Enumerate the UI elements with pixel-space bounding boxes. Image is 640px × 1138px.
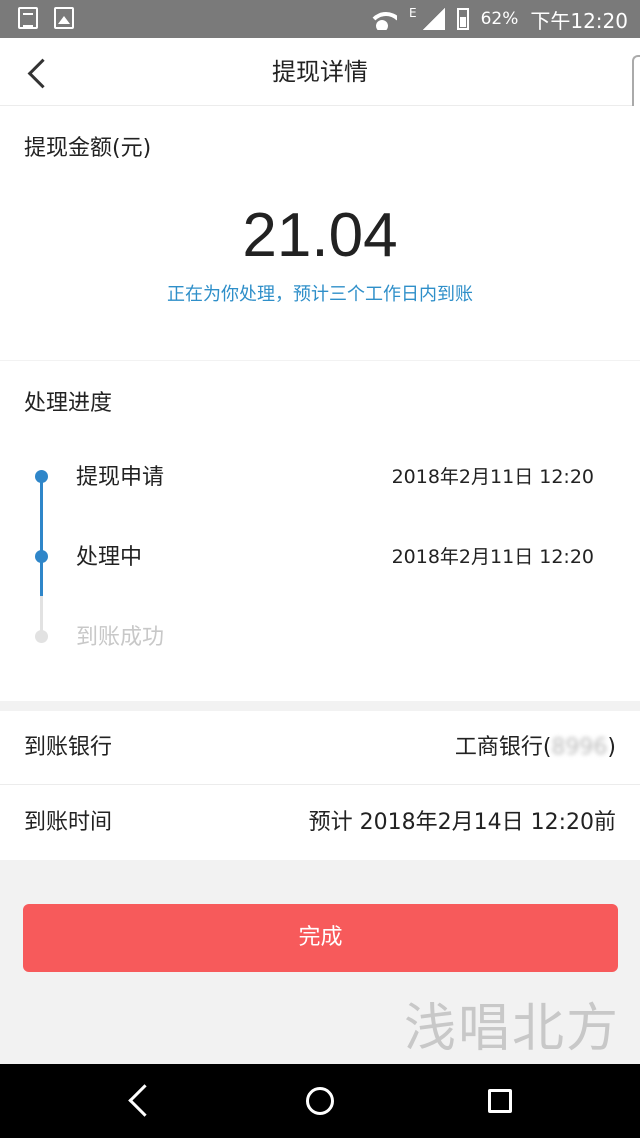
step-label: 到账成功 (76, 625, 165, 650)
amount-label: 提现金额(元) (24, 136, 152, 161)
amount-value: 21.04 (242, 201, 398, 270)
watermark: 浅唱北方 (403, 999, 620, 1059)
bank-label: 到账银行 (24, 735, 113, 760)
bank-card-masked: 8996 (551, 735, 608, 760)
timeline-dot-done (35, 550, 48, 563)
arrival-info-card: 到账银行 工商银行(8996) 到账时间 预计 2018年2月14日 12:20… (0, 711, 640, 860)
step-label: 提现申请 (76, 465, 165, 490)
arrival-time-value: 预计 2018年2月14日 12:20前 (308, 810, 616, 835)
nav-back-icon[interactable] (127, 1087, 155, 1115)
progress-card: 处理进度 提现申请 2018年2月11日 12:20 处理中 2018年2月11… (0, 361, 640, 701)
status-time: 下午12:20 (530, 8, 628, 33)
battery-percent: 62% (480, 9, 519, 29)
network-type: E (408, 6, 417, 20)
notification-image-icon (54, 7, 74, 29)
status-indicators: E 62% 下午12:20 (366, 0, 628, 38)
notification-doc-icon (18, 7, 38, 29)
status-bar: E 62% 下午12:20 (0, 0, 640, 38)
amount-status-note: 正在为你处理，预计三个工作日内到账 (167, 284, 473, 305)
system-nav-bar (0, 1064, 640, 1138)
signal-icon (422, 8, 445, 30)
bank-close-paren: ) (607, 735, 616, 760)
bank-value: 工商银行(8996) (455, 711, 616, 785)
wifi-icon (366, 8, 397, 30)
page-title: 提现详情 (272, 58, 368, 86)
progress-title: 处理进度 (24, 391, 113, 416)
amount-card: 提现金额(元) 21.04 正在为你处理，预计三个工作日内到账 (0, 106, 640, 360)
timeline-dot-pending (35, 630, 48, 643)
done-button[interactable]: 完成 (23, 904, 618, 972)
status-notifications (18, 7, 74, 29)
nav-home-icon[interactable] (306, 1087, 334, 1115)
bank-name: 工商银行( (454, 735, 552, 760)
step-label: 处理中 (76, 545, 143, 570)
step-time: 2018年2月11日 12:20 (391, 466, 594, 488)
timeline-dot-done (35, 470, 48, 483)
battery-icon (456, 8, 469, 30)
timeline-line-active (40, 476, 43, 596)
bank-row: 到账银行 工商银行(8996) (0, 711, 640, 785)
nav-recent-icon[interactable] (488, 1089, 512, 1113)
step-time: 2018年2月11日 12:20 (391, 546, 594, 568)
arrival-time-row: 到账时间 预计 2018年2月14日 12:20前 (0, 786, 640, 860)
arrival-time-label: 到账时间 (24, 810, 113, 835)
page-header: 提现详情 (0, 38, 640, 106)
